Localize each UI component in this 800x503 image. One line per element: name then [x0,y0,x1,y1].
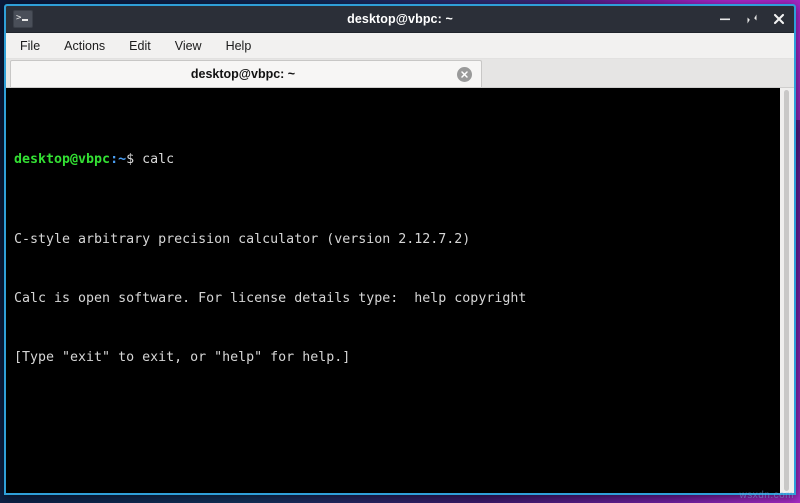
terminal-scrollbar[interactable] [779,88,794,493]
menu-item-file[interactable]: File [18,38,42,54]
banner-line-2: Calc is open software. For license detai… [14,290,527,306]
prompt-path: :~ [110,152,127,168]
maximize-icon[interactable] [745,12,759,26]
terminal-window: desktop@vbpc: ~ File Actions Edit [4,4,796,495]
tabbar: desktop@vbpc: ~ [6,59,794,88]
menu-item-view[interactable]: View [173,38,204,54]
terminal-prompt-line: desktop@vbpc:~$ calc [14,150,779,170]
menu-item-edit[interactable]: Edit [127,38,153,54]
banner-line-3: [Type "exit" to exit, or "help" for help… [14,350,351,366]
prompt-symbol: $ [126,152,143,168]
terminal-output[interactable]: desktop@vbpc:~$ calc C-style arbitrary p… [6,88,779,493]
window-controls [718,12,786,26]
window-title: desktop@vbpc: ~ [347,12,453,26]
terminal-area: desktop@vbpc:~$ calc C-style arbitrary p… [6,88,794,493]
scrollbar-thumb[interactable] [784,90,789,491]
minimize-icon[interactable] [718,12,732,26]
menubar: File Actions Edit View Help [6,33,794,59]
terminal-icon [13,10,33,28]
tab-label: desktop@vbpc: ~ [190,67,296,81]
window-titlebar[interactable]: desktop@vbpc: ~ [6,6,794,33]
tab-terminal-0[interactable]: desktop@vbpc: ~ [10,60,482,87]
menu-item-actions[interactable]: Actions [62,38,107,54]
close-icon[interactable] [772,12,786,26]
prompt-command: calc [142,152,175,168]
prompt-user-host: desktop@vbpc [14,152,111,168]
menu-item-help[interactable]: Help [224,38,254,54]
tab-close-icon[interactable] [457,66,472,82]
banner-line-1: C-style arbitrary precision calculator (… [14,231,471,247]
